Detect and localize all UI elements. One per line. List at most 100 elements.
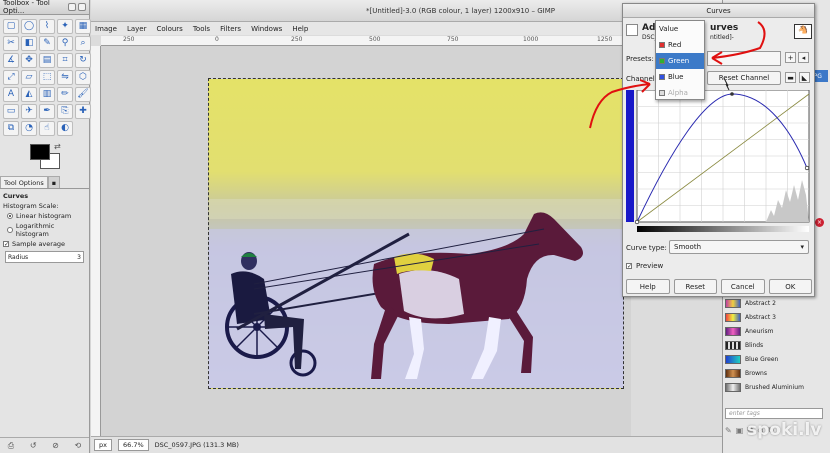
blur-icon[interactable]: ◔ [21,121,37,136]
measure-icon[interactable]: ∡ [3,53,19,68]
ellipse-select-icon[interactable]: ◯ [21,19,37,34]
menu-colours[interactable]: Colours [156,25,182,33]
radio-icon[interactable] [7,213,13,219]
logarithmic-histogram-option[interactable]: Logarithmic histogram [7,222,86,238]
add-preset-icon[interactable]: + [785,52,796,63]
menu-help[interactable]: Help [292,25,308,33]
list-item[interactable]: Brushed Aluminium [725,380,825,394]
ok-button[interactable]: OK [768,279,812,294]
gradient-icon[interactable]: ▥ [39,87,55,102]
heal-icon[interactable]: ✚ [75,104,91,119]
tag-filter-input[interactable]: enter tags [725,408,823,419]
scale-icon[interactable]: ⤢ [3,70,19,85]
foreground-color-swatch[interactable] [30,144,50,160]
tab-tool-options[interactable]: Tool Options [0,176,48,188]
menu-windows[interactable]: Windows [251,25,282,33]
rect-select-icon[interactable]: ▢ [3,19,19,34]
channel-option-blue[interactable]: Blue [656,69,704,85]
edit-icon[interactable]: ✎ [725,426,732,435]
curve-editor[interactable] [626,89,811,236]
swap-colors-icon[interactable]: ⇄ [54,142,61,151]
linear-scale-icon[interactable]: ▬ [785,72,796,83]
perspective-clone-icon[interactable]: ⧉ [3,121,19,136]
list-item[interactable]: Abstract 3 [725,310,825,324]
ink-icon[interactable]: ✒ [39,104,55,119]
foreground-select-icon[interactable]: ◧ [21,36,37,51]
clone-icon[interactable]: ⎘ [57,104,73,119]
zoom-icon[interactable]: ⌕ [75,36,91,51]
unit-selector[interactable]: px [94,439,112,451]
color-select-icon[interactable]: ▦ [75,19,91,34]
free-select-icon[interactable]: ⌇ [39,19,55,34]
gradient-swatch [725,382,741,392]
save-options-icon[interactable]: ⎙ [8,441,14,451]
align-icon[interactable]: ▤ [39,53,55,68]
curves-titlebar: Curves [623,4,814,18]
preview-option[interactable]: ✓ Preview [626,262,663,270]
scissors-icon[interactable]: ✂ [3,36,19,51]
histogram-scale-label: Histogram Scale: [3,202,59,210]
shear-icon[interactable]: ▱ [21,70,37,85]
canvas-area[interactable] [101,46,631,436]
list-item[interactable]: Blue Green [725,352,825,366]
smudge-icon[interactable]: ☝ [39,121,55,136]
text-icon[interactable]: A [3,87,19,102]
log-scale-icon[interactable]: ◣ [799,72,810,83]
radio-icon[interactable] [7,227,13,233]
linear-histogram-option[interactable]: Linear histogram [7,212,86,220]
channel-option-green[interactable]: Green [656,53,704,69]
gradient-name: Browns [745,369,767,377]
menu-layer[interactable]: Layer [127,25,147,33]
reset-channel-button[interactable]: Reset Channel [707,71,781,85]
list-item[interactable]: Blinds [725,338,825,352]
curve-type-combo[interactable]: Smooth ▾ [669,240,809,254]
move-icon[interactable]: ✥ [21,53,37,68]
checkbox-icon[interactable]: ✓ [626,263,632,270]
delete-options-icon[interactable]: ⊘ [52,441,59,450]
preview-label: Preview [636,262,664,270]
restore-options-icon[interactable]: ↺ [30,441,37,450]
presets-combo[interactable] [707,51,781,66]
minimize-button[interactable] [68,3,76,11]
eraser-icon[interactable]: ▭ [3,104,19,119]
image-canvas[interactable] [208,78,624,389]
radius-slider[interactable]: Radius 3 [5,251,84,263]
close-icon[interactable]: × [815,218,824,227]
flip-icon[interactable]: ⇋ [57,70,73,85]
list-item[interactable]: Aneurism [725,324,825,338]
alpha-channel-icon [659,90,665,96]
sample-average-option[interactable]: ✓ Sample average [3,240,86,248]
fuzzy-select-icon[interactable]: ✦ [57,19,73,34]
tab-device-status[interactable]: ▪ [47,176,61,188]
reset-button[interactable]: Reset [673,279,717,294]
option-label: Green [668,57,690,65]
pencil-icon[interactable]: ✏ [57,87,73,102]
dodge-burn-icon[interactable]: ◐ [57,121,73,136]
crop-icon[interactable]: ⌗ [57,53,73,68]
paths-icon[interactable]: ✎ [39,36,55,51]
new-icon[interactable]: ▣ [736,426,744,435]
bucket-fill-icon[interactable]: ◭ [21,87,37,102]
color-swatches: ⇄ [0,142,89,174]
help-button[interactable]: Help [626,279,670,294]
list-item[interactable]: Abstract 2 [725,296,825,310]
perspective-icon[interactable]: ⬚ [39,70,55,85]
zoom-selector[interactable]: 66.7% [117,439,149,451]
channel-option-value[interactable]: Value [656,21,704,37]
menu-tools[interactable]: Tools [193,25,210,33]
reset-options-icon[interactable]: ⟲ [74,441,81,450]
radius-value: 3 [77,253,81,261]
cancel-button[interactable]: Cancel [721,279,765,294]
menu-image[interactable]: Image [95,25,117,33]
close-button[interactable] [78,3,86,11]
preset-menu-icon[interactable]: ◂ [798,52,809,63]
airbrush-icon[interactable]: ✈ [21,104,37,119]
menu-filters[interactable]: Filters [220,25,241,33]
paintbrush-icon[interactable]: 🖌 [75,87,91,102]
list-item[interactable]: Browns [725,366,825,380]
channel-option-red[interactable]: Red [656,37,704,53]
rotate-icon[interactable]: ↻ [75,53,91,68]
color-picker-icon[interactable]: ⚲ [57,36,73,51]
cage-icon[interactable]: ⬡ [75,70,91,85]
checkbox-icon[interactable]: ✓ [3,241,9,248]
